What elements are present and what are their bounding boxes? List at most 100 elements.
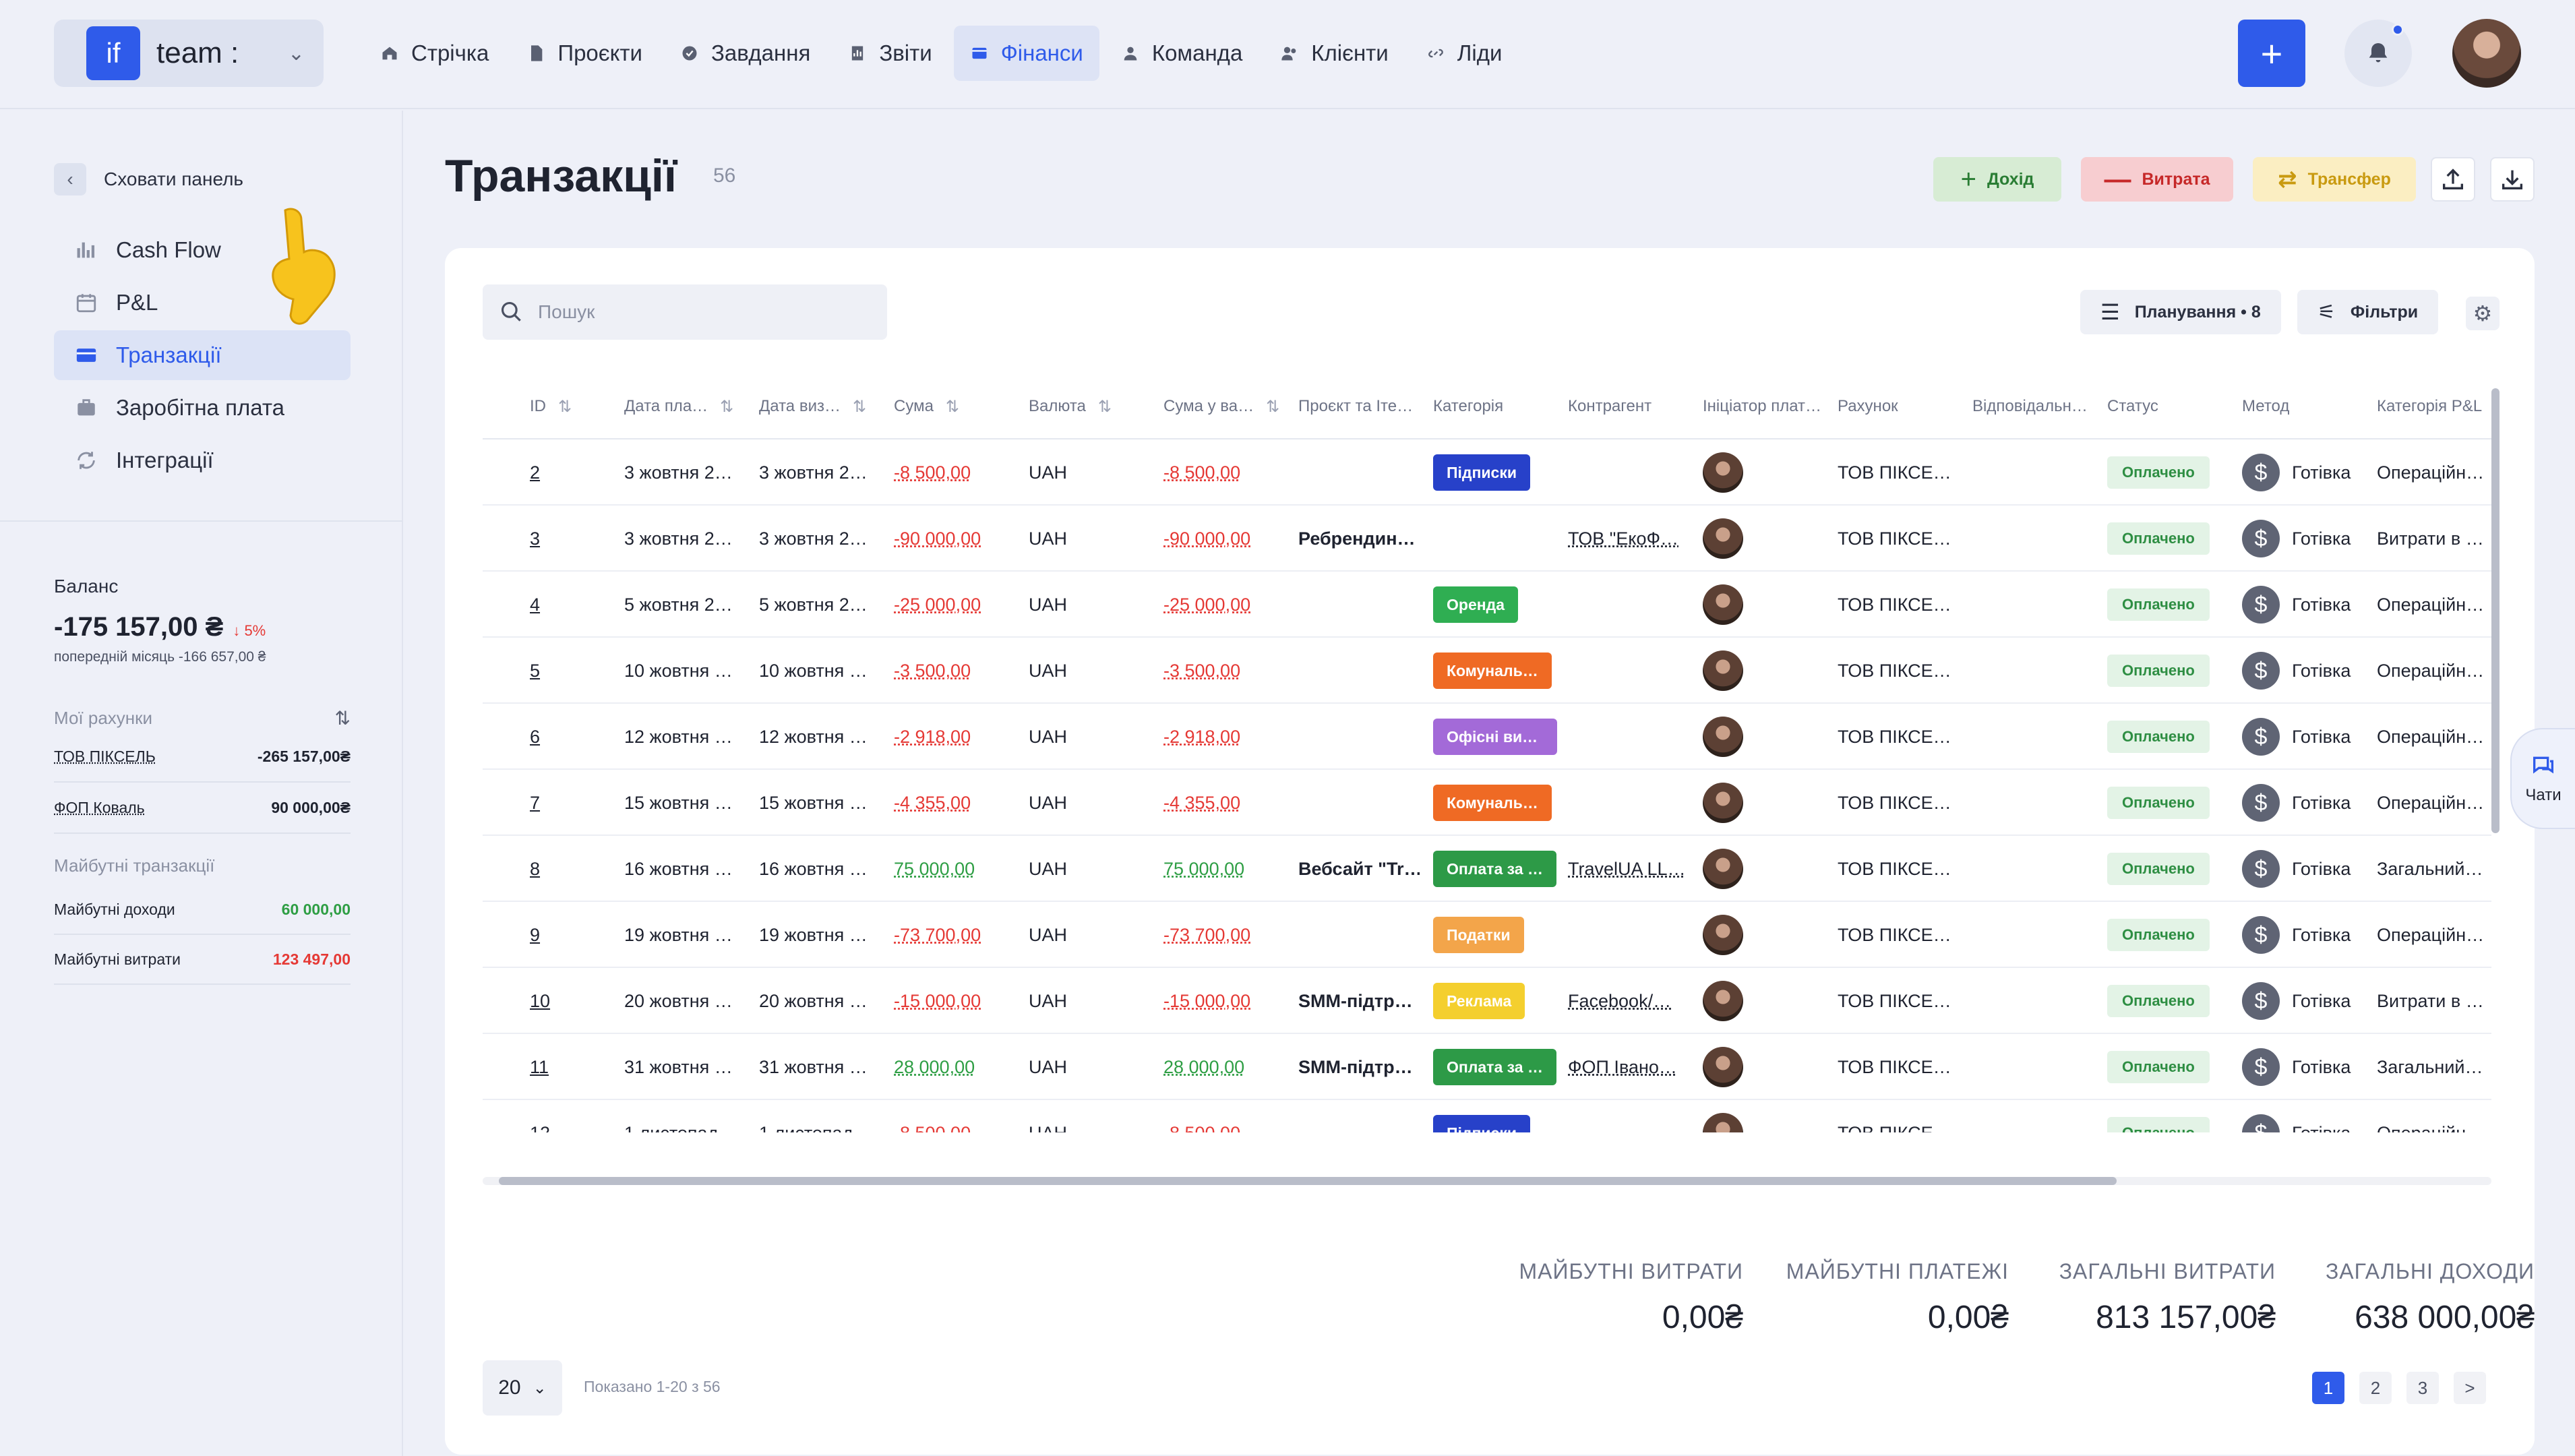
amount-base[interactable]: -25 000,00 — [1163, 595, 1250, 615]
column-header[interactable]: Ініціатор плат… — [1703, 373, 1831, 439]
amount-base-cell[interactable]: -2 918,00 — [1163, 704, 1292, 770]
table-row[interactable]: 3 3 жовтня 2… 3 жовтня 2… -90 000,00 UAH -90 … — [483, 506, 2491, 572]
amount[interactable]: -8 500,00 — [894, 1123, 971, 1133]
account-name[interactable]: ТОВ ПІКСЕЛЬ — [54, 748, 156, 766]
amount[interactable]: -73 700,00 — [894, 925, 981, 946]
chats-button[interactable]: Чати — [2510, 728, 2575, 829]
nav-item-3[interactable]: Звіти — [832, 26, 948, 81]
column-header[interactable]: ID ⇅ — [530, 373, 611, 439]
account-row[interactable]: ТОВ ПІКСЕЛЬ -265 157,00₴ — [54, 731, 351, 783]
id-cell[interactable]: 7 — [530, 770, 611, 836]
counterparty-cell[interactable] — [1568, 572, 1696, 638]
amount[interactable]: -8 500,00 — [894, 462, 971, 483]
add-income-button[interactable]: + Дохід — [1933, 157, 2061, 202]
amount-base[interactable]: -8 500,00 — [1163, 1123, 1240, 1133]
account-row[interactable]: ФОП Коваль 90 000,00₴ — [54, 783, 351, 834]
amount-base-cell[interactable]: -25 000,00 — [1163, 572, 1292, 638]
id-cell[interactable]: 2 — [530, 439, 611, 506]
column-header[interactable]: Статус — [2107, 373, 2235, 439]
amount-cell[interactable]: 28 000,00 — [894, 1034, 1022, 1100]
horizontal-scrollbar[interactable] — [483, 1177, 2491, 1185]
sidebar-item-4[interactable]: Інтеграції — [54, 435, 351, 485]
column-header[interactable]: Сума у ва… ⇅ — [1163, 373, 1292, 439]
amount-base[interactable]: 28 000,00 — [1163, 1057, 1244, 1078]
amount-cell[interactable]: -90 000,00 — [894, 506, 1022, 572]
page-1-button[interactable]: 1 — [2312, 1372, 2344, 1404]
sort-icon[interactable]: ⇅ — [1266, 397, 1279, 417]
transaction-id[interactable]: 9 — [530, 925, 540, 946]
id-cell[interactable]: 8 — [530, 836, 611, 902]
sort-icon[interactable]: ⇅ — [1098, 397, 1112, 417]
id-cell[interactable]: 10 — [530, 968, 611, 1034]
add-transfer-button[interactable]: ⇄ Трансфер — [2253, 157, 2416, 202]
next-page-button[interactable]: > — [2454, 1372, 2486, 1404]
scrollbar-thumb[interactable] — [499, 1177, 2117, 1185]
amount-cell[interactable]: 75 000,00 — [894, 836, 1022, 902]
table-row[interactable]: 9 19 жовтня … 19 жовтня … -73 700,00 UAH -73 … — [483, 902, 2491, 968]
counterparty-cell[interactable] — [1568, 770, 1696, 836]
amount-base-cell[interactable]: -8 500,00 — [1163, 1100, 1292, 1133]
amount[interactable]: -4 355,00 — [894, 793, 971, 814]
amount-cell[interactable]: -2 918,00 — [894, 704, 1022, 770]
transaction-id[interactable]: 7 — [530, 793, 540, 814]
amount-base[interactable]: -2 918,00 — [1163, 727, 1240, 748]
amount-base[interactable]: -3 500,00 — [1163, 661, 1240, 681]
planning-button[interactable]: ☰ Планування • 8 — [2080, 290, 2281, 334]
transaction-id[interactable]: 3 — [530, 528, 540, 549]
table-row[interactable]: 5 10 жовтня … 10 жовтня … -3 500,00 UAH -3 50… — [483, 638, 2491, 704]
column-header[interactable]: Валюта ⇅ — [1029, 373, 1157, 439]
transaction-id[interactable]: 2 — [530, 462, 540, 483]
amount-cell[interactable]: -25 000,00 — [894, 572, 1022, 638]
column-header[interactable]: Дата виз… ⇅ — [759, 373, 887, 439]
counterparty-cell[interactable]: ТОВ "ЕкоФ… — [1568, 506, 1696, 572]
id-cell[interactable]: 12 — [530, 1100, 611, 1133]
amount-base-cell[interactable]: -73 700,00 — [1163, 902, 1292, 968]
table-row[interactable]: 7 15 жовтня … 15 жовтня … -4 355,00 UAH -4 35… — [483, 770, 2491, 836]
column-header[interactable]: Рахунок — [1838, 373, 1966, 439]
sort-icon[interactable]: ⇅ — [558, 397, 572, 417]
sort-icon[interactable]: ⇅ — [946, 397, 959, 417]
download-button[interactable] — [2490, 157, 2535, 202]
amount-base-cell[interactable]: 28 000,00 — [1163, 1034, 1292, 1100]
sidebar-item-3[interactable]: Заробітна плата — [54, 383, 351, 433]
amount-cell[interactable]: -3 500,00 — [894, 638, 1022, 704]
table-row[interactable]: 4 5 жовтня 2… 5 жовтня 2… -25 000,00 UAH -25 … — [483, 572, 2491, 638]
nav-item-6[interactable]: Клієнти — [1264, 26, 1404, 81]
amount-cell[interactable]: -73 700,00 — [894, 902, 1022, 968]
amount[interactable]: -15 000,00 — [894, 991, 981, 1012]
transaction-id[interactable]: 8 — [530, 859, 540, 880]
page-3-button[interactable]: 3 — [2406, 1372, 2439, 1404]
amount-base[interactable]: -15 000,00 — [1163, 991, 1250, 1012]
column-header[interactable]: Сума ⇅ — [894, 373, 1022, 439]
counterparty[interactable]: ФОП Івано… — [1568, 1057, 1677, 1078]
sort-icon[interactable]: ⇅ — [853, 397, 866, 417]
add-expense-button[interactable]: — Витрата — [2081, 157, 2233, 202]
counterparty-cell[interactable] — [1568, 439, 1696, 506]
column-header[interactable]: Проєкт та Іте… — [1298, 373, 1420, 439]
id-cell[interactable]: 5 — [530, 638, 611, 704]
id-cell[interactable]: 11 — [530, 1034, 611, 1100]
table-row[interactable]: 6 12 жовтня … 12 жовтня … -2 918,00 UAH -2 91… — [483, 704, 2491, 770]
column-header[interactable]: Категорія P&L — [2377, 373, 2491, 439]
counterparty-cell[interactable] — [1568, 1100, 1696, 1132]
counterparty[interactable]: ТОВ "ЕкоФ… — [1568, 528, 1678, 549]
sort-icon[interactable]: ⇅ — [720, 397, 733, 417]
table-row[interactable]: 2 3 жовтня 2… 3 жовтня 2… -8 500,00 UAH -8 50… — [483, 439, 2491, 506]
transaction-id[interactable]: 4 — [530, 595, 540, 615]
column-header[interactable]: Контрагент — [1568, 373, 1696, 439]
sort-icon[interactable]: ⇅ — [335, 707, 351, 729]
id-cell[interactable]: 6 — [530, 704, 611, 770]
amount[interactable]: -25 000,00 — [894, 595, 981, 615]
table-row[interactable]: 8 16 жовтня … 16 жовтня … 75 000,00 UAH 75 00… — [483, 836, 2491, 902]
transaction-id[interactable]: 11 — [530, 1057, 549, 1078]
amount-base[interactable]: -73 700,00 — [1163, 925, 1250, 946]
amount[interactable]: -3 500,00 — [894, 661, 971, 681]
id-cell[interactable]: 9 — [530, 902, 611, 968]
user-avatar[interactable] — [2452, 19, 2521, 88]
id-cell[interactable]: 3 — [530, 506, 611, 572]
notifications-button[interactable] — [2344, 20, 2412, 87]
column-header[interactable]: Відповідальн… — [1972, 373, 2100, 439]
table-row[interactable]: 12 1 листопад… 1 листопад… -8 500,00 UAH -8 5… — [483, 1100, 2491, 1132]
sidebar-item-2[interactable]: Транзакції — [54, 330, 351, 380]
amount-base-cell[interactable]: -90 000,00 — [1163, 506, 1292, 572]
